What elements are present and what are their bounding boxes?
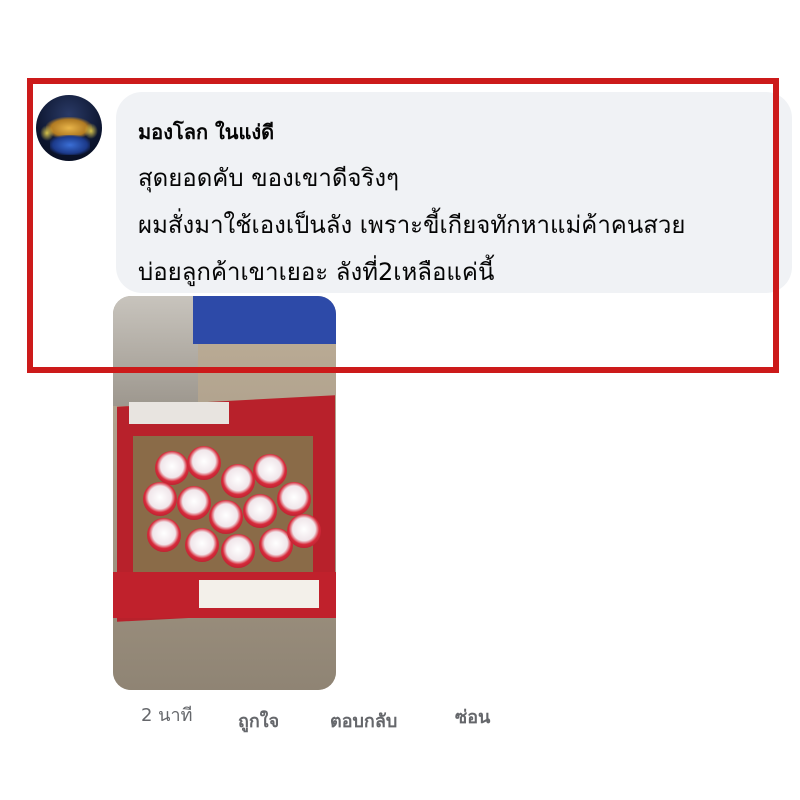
comment-time[interactable]: 2 นาที [141,700,192,729]
jar [187,446,221,480]
jar [177,486,211,520]
jar [147,518,181,552]
comment-text-line-1: สุดยอดคับ ของเขาดีจริงๆ [138,164,399,192]
photo-blue-wall [193,296,336,344]
jar [221,534,255,568]
photo-shipping-label [199,580,319,608]
comment-text-line-3: บ่อยลูกค้าเขาเยอะ ลังที่2เหลือแค่นี้ [138,258,495,286]
hide-button[interactable]: ซ่อน [455,702,490,731]
jar [287,514,321,548]
reply-button[interactable]: ตอบกลับ [330,706,397,735]
jar [221,464,255,498]
comment-text-line-2: ผมสั่งมาใช้เองเป็นลัง เพราะขี้เกียจทักหา… [138,211,686,239]
jar [143,482,177,516]
jar [253,454,287,488]
jar [277,482,311,516]
jar [243,494,277,528]
like-button[interactable]: ถูกใจ [238,706,279,735]
jar [209,500,243,534]
avatar-left-light [40,125,54,141]
jar [185,528,219,562]
avatar-right-light [84,123,98,139]
jar [155,451,189,485]
photo-box-label [129,402,229,424]
avatar[interactable] [36,95,102,161]
comment-author[interactable]: มองโลก ในแง่ดี [138,116,274,148]
photo-shelf [113,296,198,406]
comment-photo[interactable] [113,296,336,690]
